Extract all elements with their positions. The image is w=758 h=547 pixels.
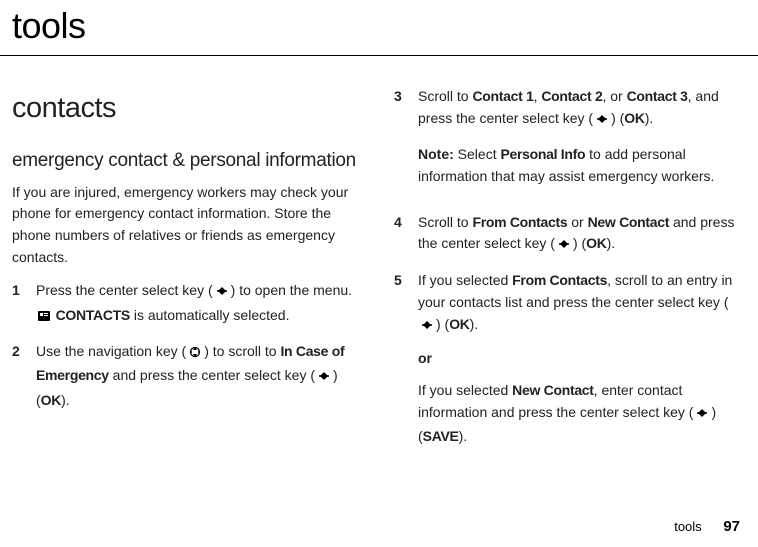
ok-label: OK (449, 316, 469, 332)
text: ) ( (573, 235, 586, 251)
note-label: Note: (418, 146, 454, 162)
ok-label: OK (41, 392, 61, 408)
step-number: 5 (394, 270, 404, 448)
page-footer: tools 97 (674, 518, 740, 535)
step-body: Scroll to From Contacts or New Contact a… (418, 212, 746, 258)
text: ). (459, 428, 468, 444)
contacts-icon (37, 307, 51, 329)
step-number: 2 (12, 341, 22, 412)
personal-info-label: Personal Info (500, 146, 585, 162)
from-contacts-label: From Contacts (512, 272, 607, 288)
step-4: 4 Scroll to From Contacts or New Contact… (394, 212, 746, 258)
text: and press the center select key ( (109, 367, 315, 383)
center-select-icon (316, 368, 332, 390)
intro-text: If you are injured, emergency workers ma… (12, 182, 364, 269)
text: ) to open the menu. (231, 282, 352, 298)
page-title: tools (0, 0, 758, 55)
text: ). (470, 316, 479, 332)
step-body: Use the navigation key () to scroll to I… (36, 341, 364, 412)
step-body: Scroll to Contact 1, Contact 2, or Conta… (418, 86, 746, 200)
new-contact-label: New Contact (512, 382, 594, 398)
contacts-label: CONTACTS (52, 307, 130, 323)
ok-label: OK (624, 110, 644, 126)
ok-label: OK (586, 235, 606, 251)
text: If you selected (418, 272, 512, 288)
text: ) to scroll to (204, 343, 280, 359)
text: or (567, 214, 587, 230)
center-select-icon (556, 236, 572, 258)
step-1: 1 Press the center select key ( ) to open… (12, 280, 364, 328)
text: ) ( (611, 110, 624, 126)
contact2-label: Contact 2 (541, 88, 602, 104)
left-column: contacts emergency contact & personal in… (12, 86, 364, 460)
content-columns: contacts emergency contact & personal in… (0, 56, 758, 460)
step-number: 4 (394, 212, 404, 258)
text: is automatically selected. (130, 307, 290, 323)
new-contact-label: New Contact (588, 214, 670, 230)
contact3-label: Contact 3 (627, 88, 688, 104)
page-number: 97 (723, 518, 740, 535)
step-2: 2 Use the navigation key ( ) to scroll to… (12, 341, 364, 412)
text: , or (602, 88, 626, 104)
text: Press the center select key ( (36, 282, 213, 298)
right-column: 3 Scroll to Contact 1, Contact 2, or Con… (394, 86, 746, 460)
save-label: SAVE (423, 428, 459, 444)
text: Scroll to (418, 88, 472, 104)
step-5: 5 If you selected From Contacts, scroll … (394, 270, 746, 448)
section-heading: contacts (12, 86, 364, 131)
contact1-label: Contact 1 (472, 88, 533, 104)
sub-heading: emergency contact & personal information (12, 149, 364, 174)
navigation-key-icon (187, 344, 203, 366)
or-separator: or (418, 348, 746, 370)
text: ). (607, 235, 616, 251)
text: If you selected (418, 382, 512, 398)
text: ). (61, 392, 70, 408)
step-number: 1 (12, 280, 22, 328)
center-select-icon (694, 405, 710, 427)
step-body: Press the center select key ( ) to open t… (36, 280, 364, 328)
text: ) ( (436, 316, 449, 332)
text: Select (454, 146, 501, 162)
step-body: If you selected From Contacts, scroll to… (418, 270, 746, 448)
footer-label: tools (674, 519, 701, 534)
center-select-icon (419, 317, 435, 339)
text: Use the navigation key ( (36, 343, 186, 359)
center-select-icon (214, 283, 230, 305)
text: Scroll to (418, 214, 472, 230)
step-3: 3 Scroll to Contact 1, Contact 2, or Con… (394, 86, 746, 200)
text: ). (645, 110, 654, 126)
step-number: 3 (394, 86, 404, 200)
center-select-icon (594, 111, 610, 133)
from-contacts-label: From Contacts (472, 214, 567, 230)
